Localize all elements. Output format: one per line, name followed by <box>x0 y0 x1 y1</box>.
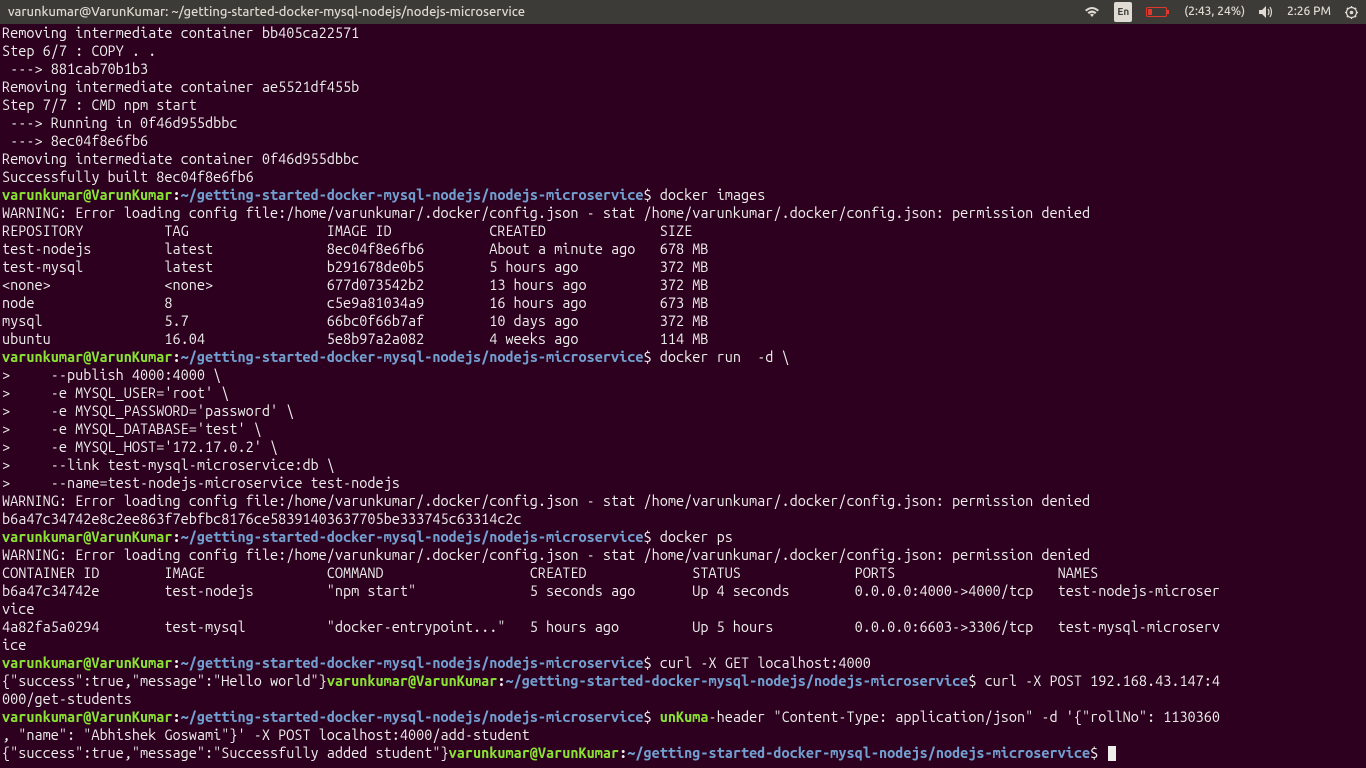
command-curl-get: curl -X GET localhost:4000 <box>660 654 871 671</box>
terminal-viewport[interactable]: Removing intermediate container bb405ca2… <box>0 24 1366 762</box>
image-row: <none> <none> 677d073542b2 13 hours ago … <box>2 276 1364 294</box>
command-docker-ps: docker ps <box>660 528 733 545</box>
command-curl-post: curl -X POST 192.168.43.147:4 <box>985 672 1220 689</box>
wifi-icon[interactable] <box>1084 6 1100 18</box>
warning-line: WARNING: Error loading config file:/home… <box>2 204 1364 222</box>
image-row: node 8 c5e9a81034a9 16 hours ago 673 MB <box>2 294 1364 312</box>
battery-text: (2:43, 24%) <box>1184 3 1245 21</box>
input-language-indicator[interactable]: En <box>1114 2 1132 22</box>
image-row: mysql 5.7 66bc0f66b7af 10 days ago 372 M… <box>2 312 1364 330</box>
warning-line: WARNING: Error loading config file:/home… <box>2 546 1364 564</box>
command-curl-addstudent: -header "Content-Type: application/json"… <box>708 708 1220 725</box>
prompt-line: varunkumar@VarunKumar:~/getting-started-… <box>2 348 1364 366</box>
command-continuation: > --publish 4000:4000 \ <box>2 366 1364 384</box>
mixed-line: {"success":true,"message":"Successfully … <box>2 744 1364 762</box>
image-row: test-nodejs latest 8ec04f8e6fb6 About a … <box>2 240 1364 258</box>
images-header: REPOSITORY TAG IMAGE ID CREATED SIZE <box>2 222 1364 240</box>
battery-icon[interactable] <box>1146 6 1170 18</box>
command-continuation: > -e MYSQL_USER='root' \ <box>2 384 1364 402</box>
window-title: varunkumar@VarunKumar: ~/getting-started… <box>8 3 525 21</box>
system-tray: En (2:43, 24%) 2:26 PM <box>1084 2 1358 22</box>
curl-response: {"success":true,"message":"Hello world"} <box>2 672 327 689</box>
prompt-line: varunkumar@VarunKumar:~/getting-started-… <box>2 654 1364 672</box>
prompt-line: varunkumar@VarunKumar:~/getting-started-… <box>2 708 1364 726</box>
prompt-line: varunkumar@VarunKumar:~/getting-started-… <box>2 528 1364 546</box>
mixed-line: {"success":true,"message":"Hello world"}… <box>2 672 1364 690</box>
command-wrap: , "name": "Abhishek Goswami"}' -X POST l… <box>2 726 1364 744</box>
command-continuation: > -e MYSQL_PASSWORD='password' \ <box>2 402 1364 420</box>
ps-row: b6a47c34742e test-nodejs "npm start" 5 s… <box>2 582 1364 618</box>
command-docker-run: docker run -d \ <box>660 348 790 365</box>
ps-header: CONTAINER ID IMAGE COMMAND CREATED STATU… <box>2 564 1364 582</box>
window-titlebar: varunkumar@VarunKumar: ~/getting-started… <box>0 0 1366 24</box>
ps-row: 4a82fa5a0294 test-mysql "docker-entrypoi… <box>2 618 1364 654</box>
command-continuation: > -e MYSQL_HOST='172.17.0.2' \ <box>2 438 1364 456</box>
container-hash: b6a47c34742e8c2ee863f7ebfbc8176ce5839140… <box>2 510 1364 528</box>
build-output: Removing intermediate container bb405ca2… <box>2 24 1364 186</box>
clock-text: 2:26 PM <box>1287 3 1331 21</box>
prompt-line: varunkumar@VarunKumar:~/getting-started-… <box>2 186 1364 204</box>
warning-line: WARNING: Error loading config file:/home… <box>2 492 1364 510</box>
command-docker-images: docker images <box>660 186 766 203</box>
command-continuation: > -e MYSQL_DATABASE='test' \ <box>2 420 1364 438</box>
volume-icon[interactable] <box>1259 6 1273 18</box>
image-row: ubuntu 16.04 5e8b97a2a082 4 weeks ago 11… <box>2 330 1364 348</box>
command-continuation: > --link test-mysql-microservice:db \ <box>2 456 1364 474</box>
terminal-cursor <box>1108 746 1116 761</box>
command-wrap: 000/get-students <box>2 690 1364 708</box>
image-row: test-mysql latest b291678de0b5 5 hours a… <box>2 258 1364 276</box>
settings-gear-icon[interactable] <box>1345 6 1358 19</box>
command-continuation: > --name=test-nodejs-microservice test-n… <box>2 474 1364 492</box>
curl-response: {"success":true,"message":"Successfully … <box>2 744 449 761</box>
